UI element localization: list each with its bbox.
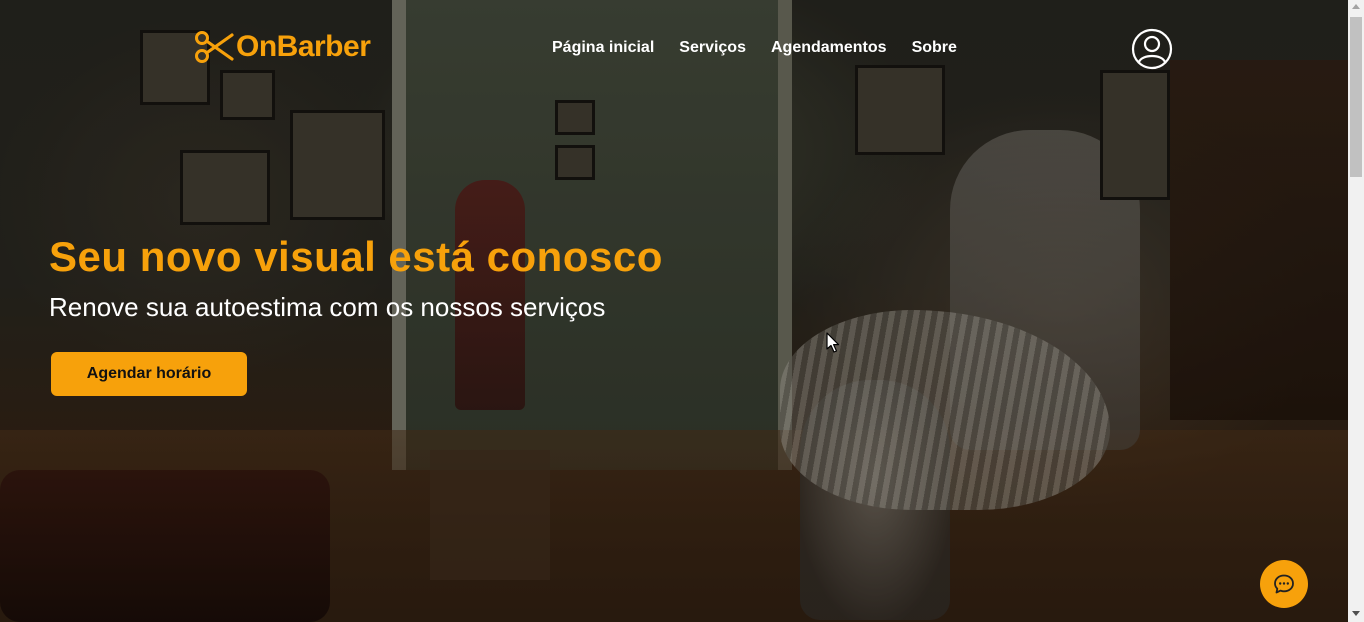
navbar: OnBarber Página inicial Serviços Agendam…: [0, 0, 1348, 100]
hero-subheadline: Renove sua autoestima com os nossos serv…: [49, 292, 606, 322]
scroll-up-icon[interactable]: [1352, 4, 1360, 9]
main-navigation: Página inicial Serviços Agendamentos Sob…: [552, 39, 982, 57]
user-account-icon[interactable]: [1131, 28, 1173, 70]
nav-link-appointments[interactable]: Agendamentos: [771, 39, 887, 57]
chat-bubble-icon: [1274, 574, 1294, 594]
chat-button[interactable]: [1260, 560, 1308, 608]
page-scrollbar[interactable]: [1348, 0, 1364, 622]
scissors-icon: [195, 31, 234, 63]
nav-link-home[interactable]: Página inicial: [552, 39, 654, 57]
hero-headline: Seu novo visual está conosco: [49, 233, 663, 280]
brand-name: OnBarber: [236, 30, 371, 63]
mouse-cursor-icon: [826, 332, 840, 353]
user-circle-icon: [1131, 28, 1173, 70]
nav-link-about[interactable]: Sobre: [912, 39, 957, 57]
scroll-down-icon[interactable]: [1352, 611, 1360, 616]
nav-link-services[interactable]: Serviços: [679, 39, 746, 57]
brand-logo[interactable]: OnBarber: [194, 30, 371, 64]
scrollbar-thumb[interactable]: [1350, 17, 1362, 177]
schedule-appointment-button[interactable]: Agendar horário: [51, 352, 247, 396]
